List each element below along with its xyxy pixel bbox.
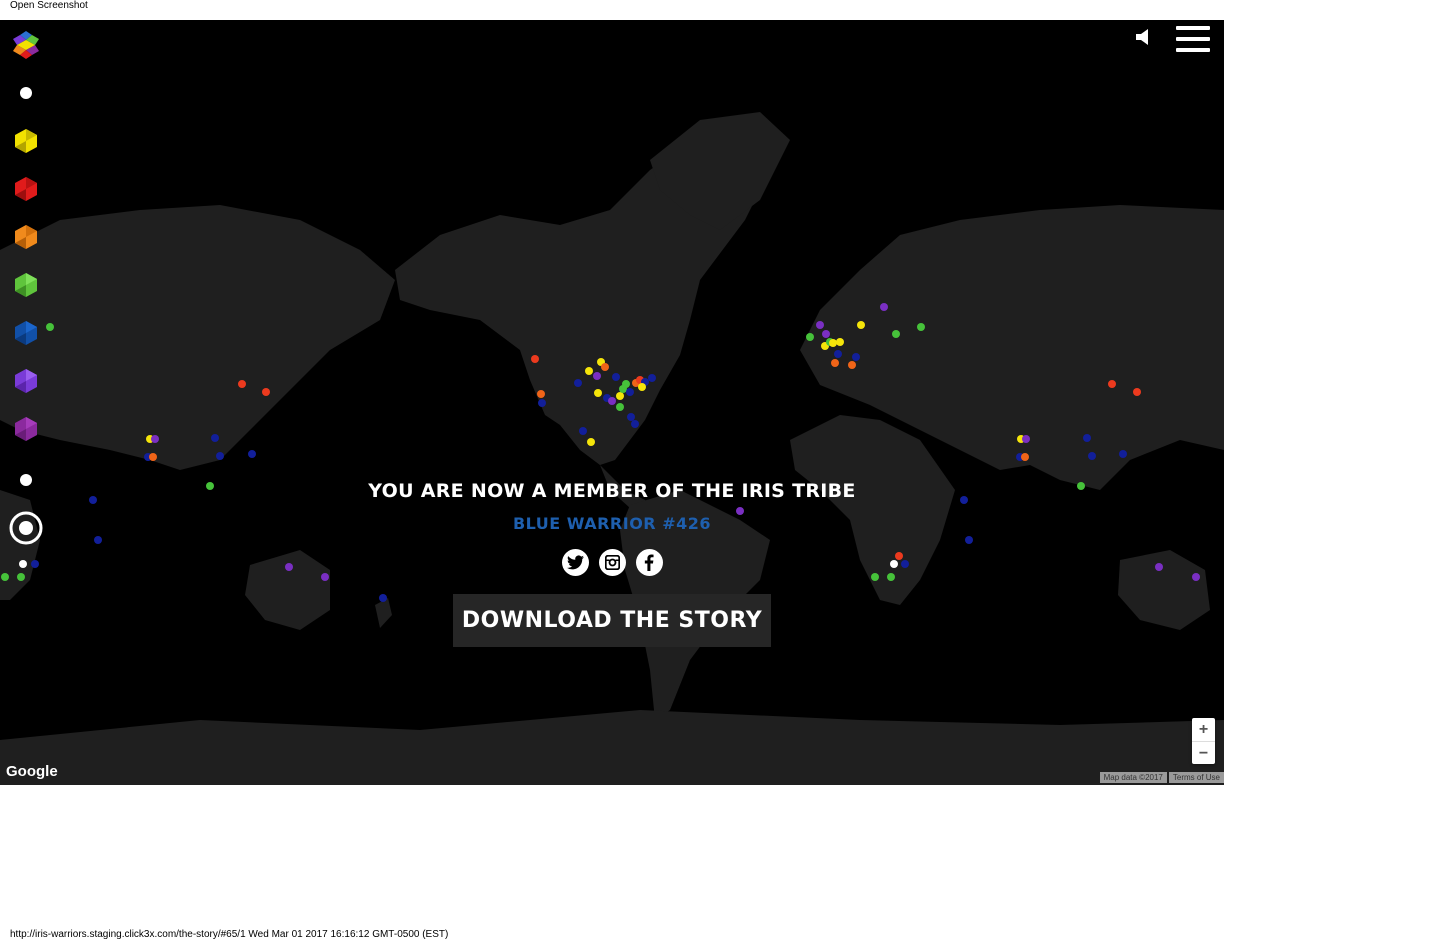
purple-gem-icon[interactable]: [8, 411, 44, 447]
zoom-in-button[interactable]: +: [1192, 718, 1215, 741]
tribe-member-marker: [579, 427, 587, 435]
tribe-member-marker: [593, 372, 601, 380]
tribe-member-marker: [149, 453, 157, 461]
instagram-icon[interactable]: [598, 549, 626, 576]
tribe-member-marker: [857, 321, 865, 329]
tribe-member-marker: [616, 392, 624, 400]
world-map[interactable]: YOU ARE NOW A MEMBER OF THE IRIS TRIBE B…: [0, 20, 1224, 785]
tribe-member-marker: [1021, 453, 1029, 461]
twitter-icon[interactable]: [561, 549, 589, 576]
social-share-buttons: [0, 549, 1224, 576]
membership-title: YOU ARE NOW A MEMBER OF THE IRIS TRIBE: [368, 480, 856, 502]
tribe-member-markers: [0, 20, 1224, 785]
warrior-id: BLUE WARRIOR #426: [512, 514, 711, 533]
tribe-member-marker: [848, 361, 856, 369]
tribe-member-marker: [631, 420, 639, 428]
tribe-member-marker: [531, 355, 539, 363]
map-zoom-control: + −: [1192, 718, 1215, 764]
tribe-member-marker: [211, 434, 219, 442]
tribe-member-marker: [1133, 388, 1141, 396]
tribe-member-marker: [626, 388, 634, 396]
tribe-member-marker: [248, 450, 256, 458]
tribe-member-marker: [1083, 434, 1091, 442]
tribe-member-marker: [1108, 380, 1116, 388]
tribe-member-marker: [537, 390, 545, 398]
tribe-member-marker: [822, 330, 830, 338]
tribe-member-marker: [1022, 435, 1030, 443]
tribe-member-marker: [594, 389, 602, 397]
tribe-member-marker: [216, 452, 224, 460]
google-logo: Google: [6, 763, 58, 780]
tribe-member-marker: [834, 350, 842, 358]
tribe-member-marker: [612, 373, 620, 381]
tribe-member-marker: [574, 379, 582, 387]
violet-gem-icon[interactable]: [8, 363, 44, 399]
screenshot-caption: Open Screenshot: [10, 0, 88, 11]
red-gem-icon[interactable]: [8, 171, 44, 207]
map-data-credit: Map data ©2017: [1099, 772, 1167, 783]
tribe-member-marker: [587, 438, 595, 446]
page-url-timestamp: http://iris-warriors.staging.click3x.com…: [10, 929, 449, 940]
iris-logo-icon[interactable]: [8, 27, 44, 63]
tribe-member-marker: [238, 380, 246, 388]
yellow-gem-icon[interactable]: [8, 123, 44, 159]
tribe-member-marker: [816, 321, 824, 329]
tribe-member-marker: [585, 367, 593, 375]
tribe-member-marker: [601, 363, 609, 371]
blue-gem-icon[interactable]: [8, 315, 44, 351]
tribe-member-marker: [616, 403, 624, 411]
facebook-icon[interactable]: [635, 549, 663, 576]
green-gem-icon[interactable]: [8, 267, 44, 303]
color-tribe-sidebar: [0, 20, 52, 560]
tribe-member-marker: [151, 435, 159, 443]
hamburger-menu-icon[interactable]: [1176, 26, 1210, 52]
tribe-member-marker: [852, 353, 860, 361]
speaker-icon[interactable]: [1134, 27, 1154, 52]
tribe-member-marker: [831, 359, 839, 367]
tribe-member-marker: [1119, 450, 1127, 458]
terms-of-use-link[interactable]: Terms of Use: [1168, 772, 1224, 783]
tribe-member-marker: [638, 383, 646, 391]
top-right-controls: [1134, 26, 1210, 52]
tribe-member-marker: [880, 303, 888, 311]
tribe-member-marker: [262, 388, 270, 396]
tribe-member-marker: [538, 399, 546, 407]
zoom-out-button[interactable]: −: [1192, 742, 1215, 765]
map-attribution: Map data ©2017 Terms of Use: [1099, 772, 1224, 783]
tribe-membership-panel: YOU ARE NOW A MEMBER OF THE IRIS TRIBE B…: [0, 480, 1224, 647]
tribe-member-marker: [836, 338, 844, 346]
tribe-member-marker: [892, 330, 900, 338]
white-dot-icon[interactable]: [8, 75, 44, 111]
tribe-member-marker: [806, 333, 814, 341]
download-story-button[interactable]: DOWNLOAD THE STORY: [453, 594, 771, 647]
tribe-member-marker: [1088, 452, 1096, 460]
tribe-member-marker: [917, 323, 925, 331]
tribe-member-marker: [608, 397, 616, 405]
tribe-member-marker: [648, 374, 656, 382]
orange-gem-icon[interactable]: [8, 219, 44, 255]
